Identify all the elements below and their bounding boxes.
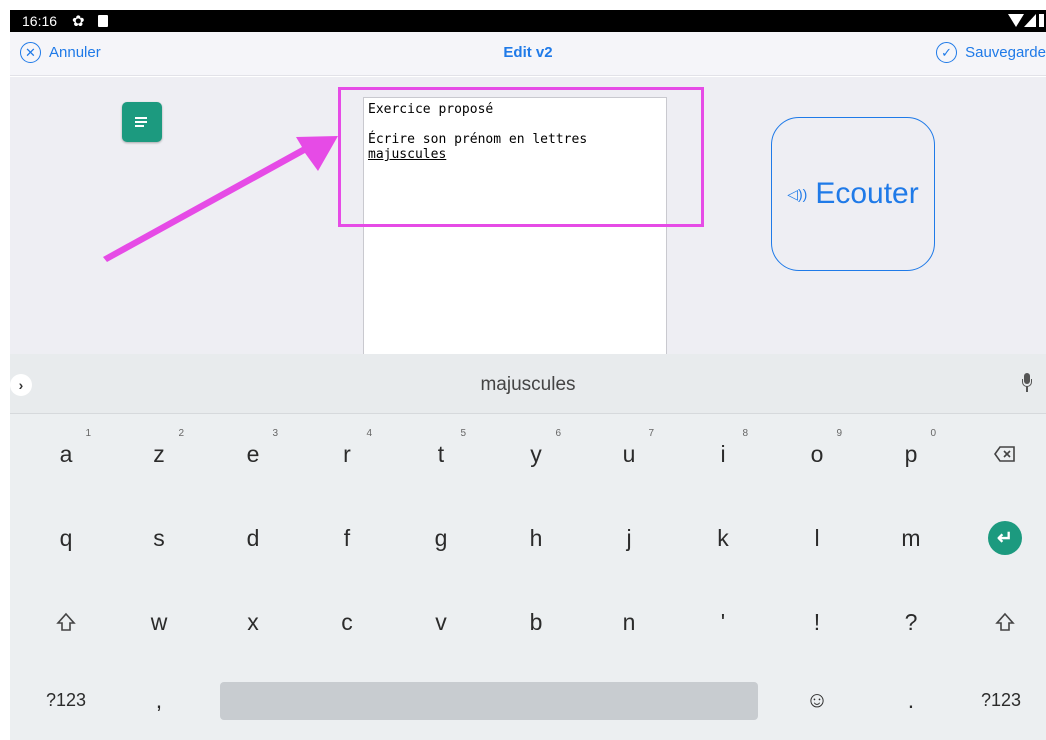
- suggestion-word[interactable]: majuscules: [10, 374, 1046, 396]
- key-label: i: [720, 440, 726, 467]
- shift-key-right[interactable]: [975, 596, 1035, 648]
- status-time: 16:16: [22, 13, 58, 29]
- save-button[interactable]: ✓ Sauvegarde: [936, 42, 1046, 63]
- key-number-hint: 8: [742, 428, 748, 439]
- key-label: r: [343, 440, 351, 467]
- key-e[interactable]: e3: [223, 428, 283, 480]
- key-a[interactable]: a1: [36, 428, 96, 480]
- key-y[interactable]: y6: [506, 428, 566, 480]
- key-number-hint: 5: [460, 428, 466, 439]
- key-g[interactable]: g: [411, 512, 471, 564]
- key-number-hint: 3: [272, 428, 278, 439]
- suggestion-bar: › majuscules: [10, 354, 1046, 414]
- listen-label: Ecouter: [815, 177, 919, 210]
- key-m[interactable]: m: [881, 512, 941, 564]
- key-number-hint: 7: [648, 428, 654, 439]
- editor-area: Exercice proposé Écrire son prénom en let…: [10, 77, 1046, 359]
- signal-icon: [1024, 14, 1036, 27]
- key-number-hint: 0: [930, 428, 936, 439]
- save-label: Sauvegarde: [965, 44, 1046, 61]
- key-label: a: [59, 440, 73, 467]
- enter-key[interactable]: ↵: [975, 512, 1035, 564]
- editor-line-2: Écrire son prénom en lettres: [368, 132, 588, 147]
- key-number-hint: 9: [836, 428, 842, 439]
- gear-icon: ✿: [72, 13, 85, 30]
- key-number-hint: 2: [178, 428, 184, 439]
- key-comma[interactable]: ,: [129, 674, 189, 726]
- key-exclamation[interactable]: !: [787, 596, 847, 648]
- editor-line-1: Exercice proposé: [368, 102, 494, 117]
- microphone-icon[interactable]: [1022, 373, 1032, 395]
- key-u[interactable]: u7: [599, 428, 659, 480]
- keyboard: › majuscules a1 z2 e3 r4 t5 y6 u7 i8 o9 …: [10, 354, 1046, 740]
- shift-key-left[interactable]: [36, 596, 96, 648]
- key-label: p: [904, 440, 918, 467]
- key-r[interactable]: r4: [317, 428, 377, 480]
- symbols-key-left[interactable]: ?123: [36, 674, 96, 726]
- battery-icon: [1039, 14, 1044, 27]
- key-b[interactable]: b: [506, 596, 566, 648]
- key-number-hint: 4: [366, 428, 372, 439]
- key-c[interactable]: c: [317, 596, 377, 648]
- key-q[interactable]: q: [36, 512, 96, 564]
- key-j[interactable]: j: [599, 512, 659, 564]
- key-z[interactable]: z2: [129, 428, 189, 480]
- key-label: u: [622, 440, 636, 467]
- symbols-key-right[interactable]: ?123: [971, 674, 1031, 726]
- key-s[interactable]: s: [129, 512, 189, 564]
- key-v[interactable]: v: [411, 596, 471, 648]
- backspace-key[interactable]: [975, 428, 1035, 480]
- emoji-key[interactable]: ☺: [787, 674, 847, 726]
- shift-icon: [995, 612, 1015, 631]
- key-f[interactable]: f: [317, 512, 377, 564]
- key-apostrophe[interactable]: ': [693, 596, 753, 648]
- editor-line-3: majuscules: [368, 147, 447, 162]
- shift-icon: [56, 612, 76, 631]
- key-d[interactable]: d: [223, 512, 283, 564]
- key-p[interactable]: p0: [881, 428, 941, 480]
- space-bar[interactable]: [220, 682, 758, 720]
- key-number-hint: 1: [85, 428, 91, 439]
- key-period[interactable]: .: [881, 674, 941, 726]
- key-x[interactable]: x: [223, 596, 283, 648]
- sd-card-icon: [98, 15, 108, 27]
- key-w[interactable]: w: [129, 596, 189, 648]
- smiley-icon: ☺: [805, 687, 829, 712]
- key-l[interactable]: l: [787, 512, 847, 564]
- key-label: z: [153, 440, 165, 467]
- speaker-icon: ◁)): [787, 185, 808, 202]
- listen-button[interactable]: ◁)) Ecouter: [771, 117, 935, 271]
- document-icon[interactable]: [122, 102, 162, 142]
- key-question[interactable]: ?: [881, 596, 941, 648]
- status-bar: 16:16 ✿: [10, 10, 1046, 32]
- wifi-icon: [1008, 14, 1024, 27]
- text-editor[interactable]: Exercice proposé Écrire son prénom en let…: [363, 97, 667, 359]
- key-label: e: [246, 440, 260, 467]
- key-label: y: [530, 440, 542, 467]
- check-circle-icon: ✓: [936, 42, 958, 63]
- key-label: t: [437, 440, 445, 467]
- key-h[interactable]: h: [506, 512, 566, 564]
- key-t[interactable]: t5: [411, 428, 471, 480]
- key-i[interactable]: i8: [693, 428, 753, 480]
- key-label: o: [810, 440, 824, 467]
- key-n[interactable]: n: [599, 596, 659, 648]
- key-k[interactable]: k: [693, 512, 753, 564]
- nav-bar: ✕ Annuler Edit v2 ✓ Sauvegarde: [10, 32, 1046, 76]
- page-title: Edit v2: [503, 44, 553, 61]
- enter-icon: ↵: [988, 521, 1022, 555]
- key-number-hint: 6: [555, 428, 561, 439]
- key-o[interactable]: o9: [787, 428, 847, 480]
- backspace-icon: [994, 446, 1015, 462]
